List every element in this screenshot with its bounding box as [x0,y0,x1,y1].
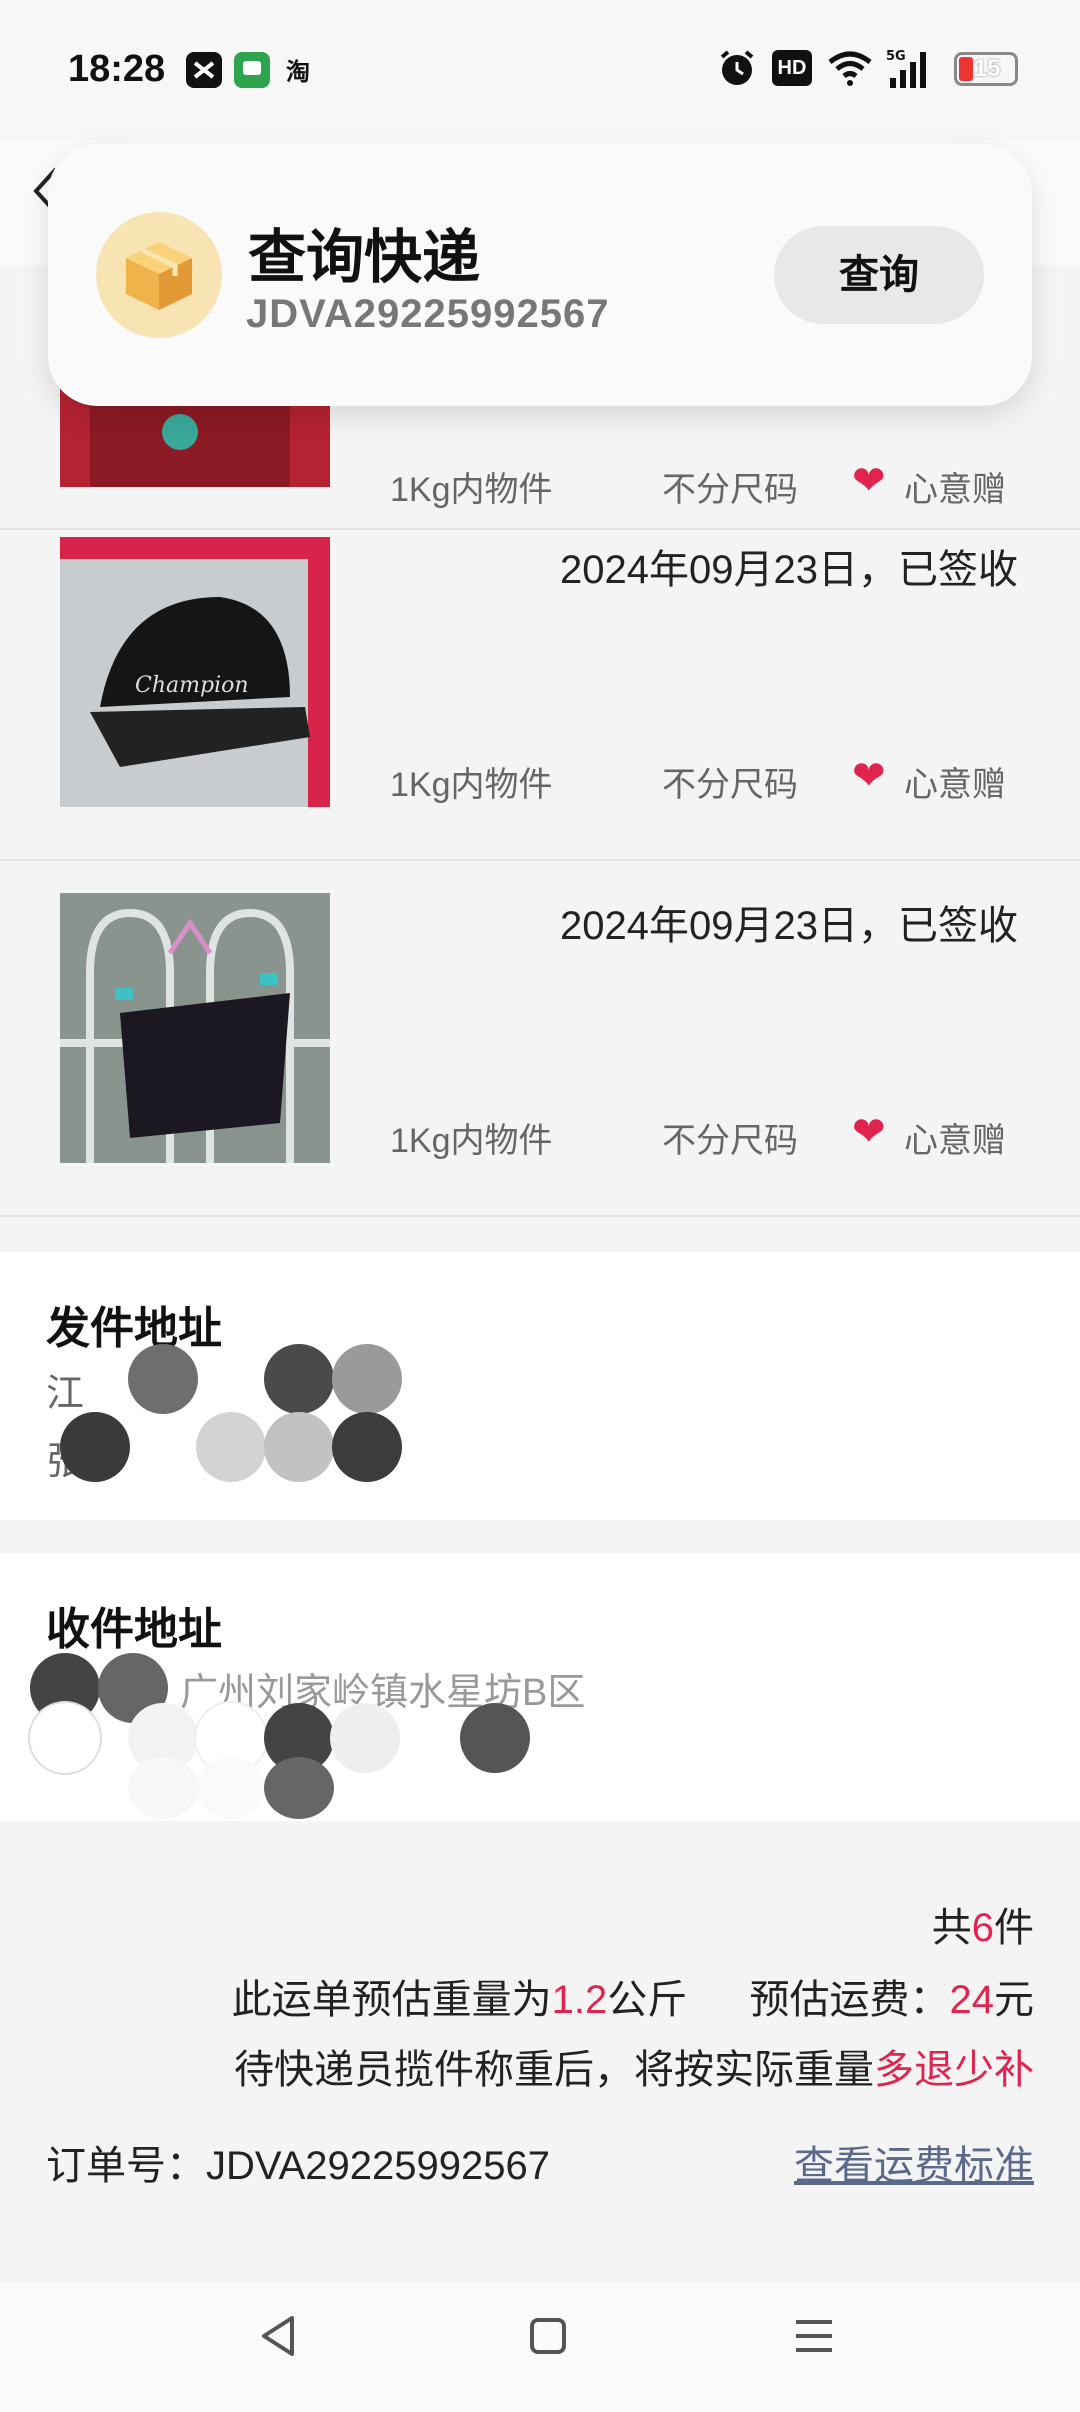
weight-fee-line: 此运单预估重量为1.2公斤 预估运费：24元 [231,1978,1034,2022]
sender-title: 发件地址 [46,1304,222,1353]
status-bar: 18:28 淘 HD 5G 15 [0,0,1080,140]
item-size: 不分尺码 [662,471,798,509]
popup-title: 查询快递 [248,225,481,290]
order-summary: 共6件 此运单预估重量为1.2公斤 预估运费：24元 待快递员揽件称重后，将按实… [0,1825,1080,2280]
sender-address-card: 发件地址 江 ** 张 [0,1252,1080,1520]
list-item[interactable]: 2024年09月23日，已签收 1Kg内物件 不分尺码 ❤ 心意赠 [0,861,1080,1217]
nav-menu-icon[interactable] [792,2312,836,2372]
item-tag: 心意赠 [904,471,1006,509]
system-nav-bar [0,2282,1080,2412]
heart-icon: ❤ [852,459,886,503]
tracking-number: JDVA29225992567 [246,292,610,336]
item-date: 2024年09月23日，已签收 [560,548,1018,592]
item-date: 2024年09月23日，已签收 [560,904,1018,948]
item-photo-cap: Champion [60,537,330,807]
wifi-icon [826,48,874,88]
capcut-app-icon [186,52,222,88]
list-item[interactable]: Champion 2024年09月23日，已签收 1Kg内物件 不分尺码 ❤ 心… [0,505,1080,861]
chat-app-icon [234,52,270,88]
svg-text:淘: 淘 [286,58,310,86]
item-size: 不分尺码 [662,1122,798,1160]
signal-5g-icon: 5G [886,48,942,88]
query-button[interactable]: 查询 [774,226,984,324]
item-weight: 1Kg内物件 [390,766,553,804]
taobao-app-icon: 淘 [282,52,318,88]
package-box-icon [96,212,222,338]
receiver-title: 收件地址 [46,1605,222,1654]
item-tag: 心意赠 [904,1122,1006,1160]
express-query-popup[interactable]: 查询快递 JDVA29225992567 查询 [48,144,1032,406]
item-list: 1Kg内物件 不分尺码 ❤ 心意赠 Champion 2024年09月23日，已… [0,217,1080,1250]
nav-back-icon[interactable] [256,2312,300,2372]
svg-text:5G: 5G [886,49,906,64]
heart-icon: ❤ [852,754,886,798]
sender-line-1: 江 [46,1373,85,1415]
receiver-address-card: 收件地址 广州刘家岭镇水星坊B区 [0,1553,1080,1821]
svg-text:Champion: Champion [135,673,249,698]
alarm-icon [716,48,758,88]
hd-badge: HD [772,50,812,86]
item-weight: 1Kg内物件 [390,1122,553,1160]
heart-icon: ❤ [852,1110,886,1154]
view-rate-standard-link[interactable]: 查看运费标准 [794,2133,1034,2191]
item-photo-pouch [60,893,330,1163]
nav-home-icon[interactable] [528,2312,568,2372]
refund-note: 待快递员揽件称重后，将按实际重量多退少补 [234,2048,1034,2092]
battery-icon: 15 [954,52,1018,86]
item-tag: 心意赠 [904,766,1006,804]
item-count: 共6件 [931,1906,1034,1950]
order-number: 订单号：JDVA29225992567 [46,2144,550,2188]
item-weight: 1Kg内物件 [390,471,553,509]
item-size: 不分尺码 [662,766,798,804]
status-time: 18:28 [68,48,166,90]
